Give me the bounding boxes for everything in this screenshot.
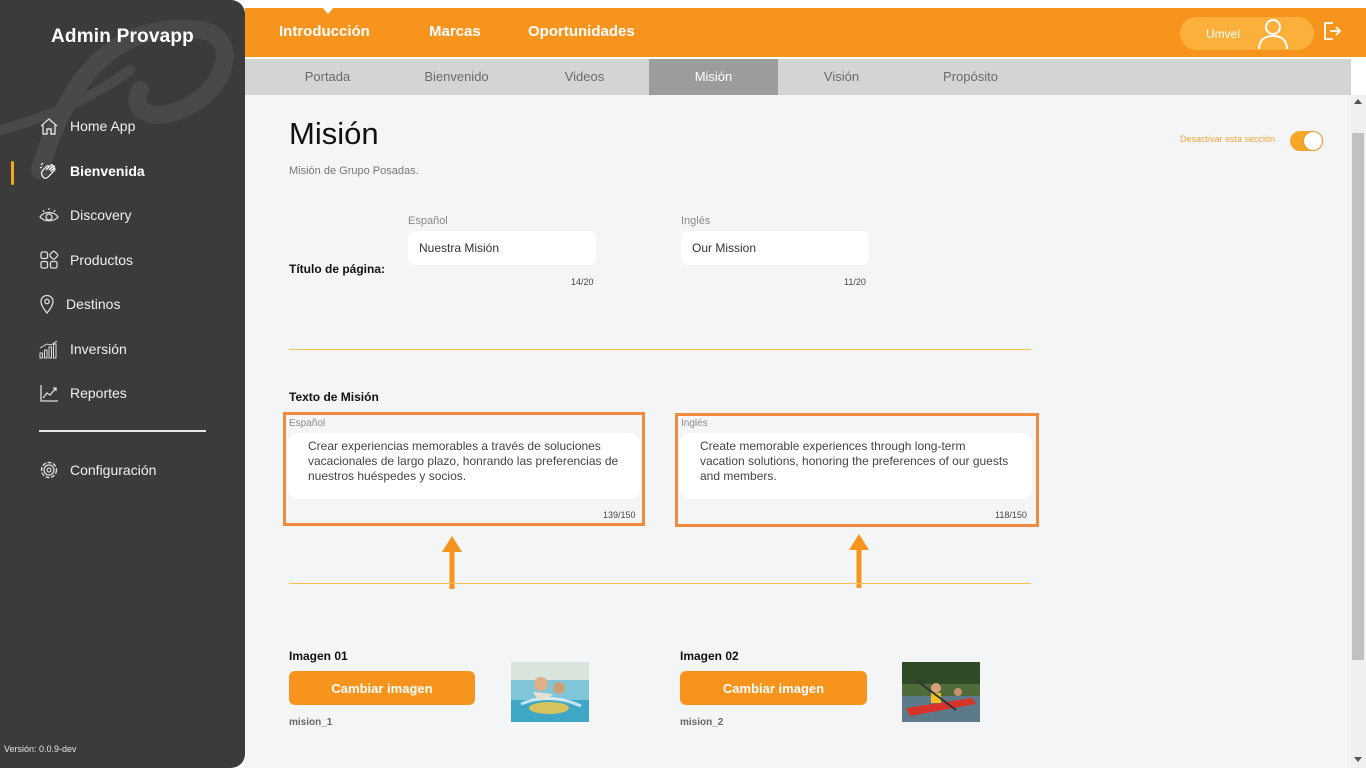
tab-videos[interactable]: Videos: [520, 59, 649, 95]
change-image-02-button[interactable]: Cambiar imagen: [680, 671, 867, 705]
sidebar-item-inversion[interactable]: Inversión: [38, 335, 127, 363]
mission-en-label: Inglés: [681, 418, 708, 429]
tab-oportunidades[interactable]: Oportunidades: [528, 23, 635, 40]
tab-proposito[interactable]: Propósito: [906, 59, 1035, 95]
image-02-thumbnail[interactable]: [902, 662, 980, 722]
title-es-counter: 14/20: [571, 277, 594, 287]
title-es-label: Español: [408, 215, 448, 227]
user-name: Umvel: [1206, 27, 1241, 41]
mission-es-textarea[interactable]: Crear experiencias memorables a través d…: [288, 433, 640, 499]
sidebar-item-home-app[interactable]: Home App: [38, 112, 135, 140]
tab-mision[interactable]: Misión: [649, 59, 778, 95]
image-01-thumbnail[interactable]: [511, 662, 589, 722]
top-navigation-bar: Introducción Marcas Oportunidades Umvel: [245, 7, 1366, 57]
logout-icon[interactable]: [1322, 21, 1342, 46]
sidebar-item-destinos[interactable]: Destinos: [38, 290, 120, 318]
arrow-up-icon: [849, 534, 869, 588]
image-01-label: Imagen 01: [289, 649, 348, 663]
image-02-label: Imagen 02: [680, 649, 739, 663]
tab-vision[interactable]: Visión: [777, 59, 906, 95]
mission-en-counter: 118/150: [995, 510, 1027, 520]
section-toggle[interactable]: [1290, 131, 1323, 151]
sidebar-item-discovery[interactable]: Discovery: [38, 201, 131, 229]
mission-es-label: Español: [289, 418, 326, 429]
user-avatar-icon: [1256, 18, 1290, 55]
change-image-01-button[interactable]: Cambiar imagen: [289, 671, 475, 705]
sidebar-item-configuracion[interactable]: Configuración: [38, 456, 156, 484]
user-menu[interactable]: Umvel: [1180, 17, 1314, 50]
sidebar-item-label: Discovery: [70, 207, 132, 223]
wave-hand-icon: [38, 160, 60, 182]
title-en-counter: 11/20: [844, 277, 866, 287]
eye-icon: [38, 204, 60, 226]
gear-icon: [38, 459, 60, 481]
home-icon: [38, 115, 60, 137]
sidebar-item-label: Home App: [70, 118, 136, 134]
sidebar-item-bienvenida[interactable]: Bienvenida: [38, 157, 145, 185]
grid-icon: [38, 249, 60, 271]
sidebar-item-label: Configuración: [70, 462, 157, 478]
location-pin-icon: [38, 293, 56, 315]
brand-title: Admin Provapp: [50, 26, 194, 47]
mission-en-textarea[interactable]: Create memorable experiences through lon…: [680, 433, 1032, 499]
sidebar-item-label: Inversión: [70, 341, 127, 357]
mission-text-label: Texto de Misión: [289, 390, 379, 404]
page-title: Misión: [289, 116, 379, 151]
scroll-down-icon[interactable]: [1354, 757, 1362, 762]
sidebar-item-productos[interactable]: Productos: [38, 246, 133, 274]
bar-chart-icon: [38, 338, 60, 360]
title-es-input[interactable]: [408, 231, 596, 265]
sidebar-item-label: Destinos: [66, 296, 121, 312]
sidebar-divider: [39, 430, 206, 432]
active-indicator: [11, 161, 14, 185]
title-en-label: Inglés: [681, 215, 711, 227]
image-01-name: mision_1: [289, 717, 333, 728]
scroll-up-icon[interactable]: [1354, 99, 1362, 104]
sidebar-item-reportes[interactable]: Reportes: [38, 379, 127, 407]
image-02-name: mision_2: [680, 717, 724, 728]
active-tab-notch: [322, 7, 334, 14]
tab-bienvenido[interactable]: Bienvenido: [392, 59, 521, 95]
tab-marcas[interactable]: Marcas: [429, 23, 481, 40]
tab-introduccion[interactable]: Introducción: [279, 23, 370, 40]
trend-chart-icon: [38, 382, 60, 404]
tab-portada[interactable]: Portada: [263, 59, 392, 95]
title-field-label: Título de página:: [289, 262, 385, 276]
sidebar: Admin Provapp Home App Bienvenida Discov…: [0, 0, 245, 768]
toggle-label: Desactivar esta sección: [1180, 134, 1276, 144]
section-divider: [289, 349, 1031, 350]
toggle-knob: [1304, 132, 1322, 150]
page-subtitle: Misión de Grupo Posadas.: [289, 165, 419, 177]
title-en-input[interactable]: [681, 231, 869, 265]
mission-es-counter: 139/150: [603, 510, 636, 520]
scrollbar-thumb[interactable]: [1352, 133, 1364, 660]
sidebar-item-label: Reportes: [70, 385, 127, 401]
arrow-up-icon: [442, 536, 462, 589]
app-root: Admin Provapp Home App Bienvenida Discov…: [0, 0, 1366, 768]
sub-tabs-bar: Portada Bienvenido Videos Misión Visión …: [245, 59, 1351, 95]
sidebar-item-label: Productos: [70, 252, 134, 268]
section-divider: [289, 583, 1031, 584]
sidebar-item-label: Bienvenida: [70, 163, 145, 179]
version-label: Versión: 0.0.9-dev: [4, 744, 77, 754]
